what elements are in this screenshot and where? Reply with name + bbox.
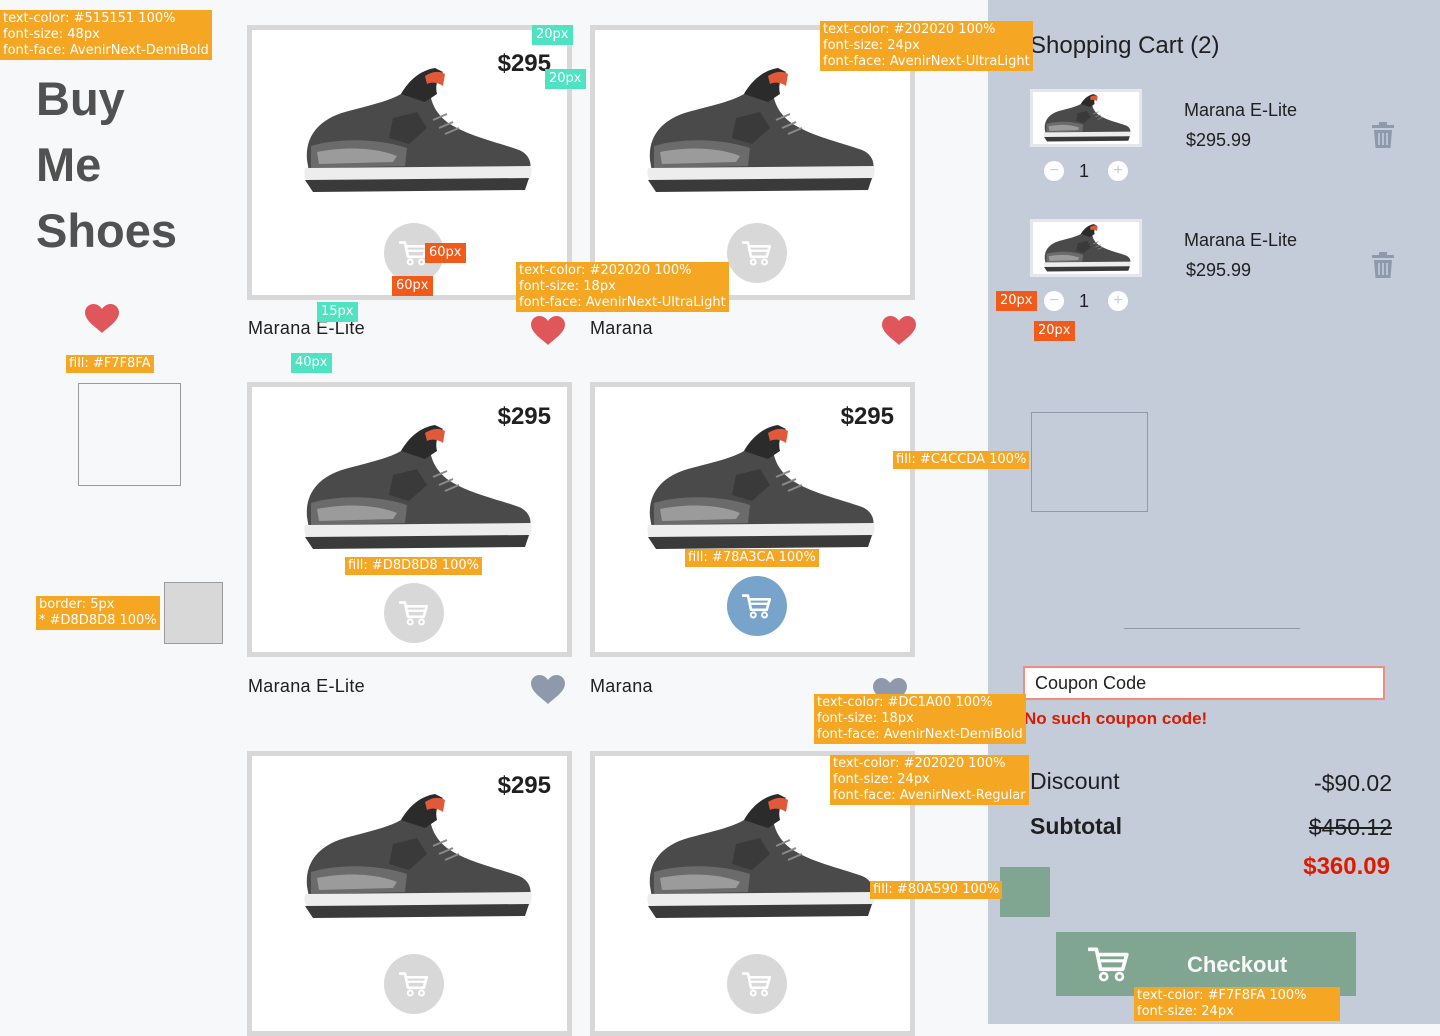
cart-item-name: Marana E-Lite: [1184, 230, 1298, 250]
shopping-cart-icon: [742, 240, 772, 266]
shopping-cart-icon: [742, 593, 772, 619]
shoe-image: [640, 68, 875, 193]
annotation-fill-cart-button: fill: #D8D8D8 100%: [345, 557, 482, 575]
product-card[interactable]: $295: [590, 382, 915, 657]
shopping-cart-icon: [399, 971, 429, 997]
fill-swatch-checkout: [1000, 867, 1050, 917]
plus-icon[interactable]: +: [1108, 291, 1128, 311]
plus-icon[interactable]: +: [1108, 161, 1128, 181]
heart-icon[interactable]: [531, 675, 565, 705]
product-card[interactable]: $295: [247, 25, 572, 300]
product-card[interactable]: $295: [247, 751, 572, 1036]
favorite-heart-icon[interactable]: [85, 304, 119, 334]
cart-item-thumbnail: [1030, 219, 1142, 277]
add-to-cart-button-active[interactable]: [727, 576, 787, 636]
brand-title-line-2: Me: [36, 138, 102, 191]
shopping-cart-icon: [1088, 942, 1130, 986]
annotation-spacing: 15px: [317, 302, 358, 322]
trash-icon[interactable]: [1372, 252, 1394, 278]
shoe-image: [640, 794, 875, 919]
annotation-border-spec: border: 5px * #D8D8D8 100%: [36, 596, 160, 630]
annotation-fill-page: fill: #F7F8FA: [66, 355, 154, 373]
add-to-cart-button[interactable]: [384, 954, 444, 1014]
add-to-cart-button[interactable]: [727, 223, 787, 283]
shoe-image: [297, 425, 532, 550]
annotation-fill-cart-active: fill: #78A3CA 100%: [685, 549, 819, 567]
annotation-spacing: 20px: [545, 69, 586, 89]
product-name[interactable]: Marana: [590, 318, 653, 339]
brand-title-line-1: Buy: [36, 72, 125, 125]
annotation-summary-spec: text-color: #202020 100% font-size: 24px…: [830, 755, 1029, 805]
discount-label: Discount: [1030, 768, 1120, 794]
annotation-spacing: 20px: [532, 25, 573, 45]
minus-icon[interactable]: −: [1044, 161, 1064, 181]
shopping-cart-icon: [742, 971, 772, 997]
shoe-image: [640, 425, 875, 550]
annotation-checkout-text-spec: text-color: #F7F8FA 100% font-size: 24px: [1134, 987, 1340, 1021]
cart-item-name: Marana E-Lite: [1184, 100, 1298, 120]
coupon-code-input[interactable]: [1023, 666, 1385, 700]
annotation-fill-checkout: fill: #80A590 100%: [870, 881, 1003, 899]
heart-icon[interactable]: [882, 316, 916, 346]
subtotal-label: Subtotal: [1030, 813, 1122, 839]
annotation-spacing: 60px: [425, 243, 466, 263]
shoe-image: [297, 68, 532, 193]
total-value: $360.09: [1303, 853, 1390, 880]
border-swatch: [164, 582, 223, 644]
cart-item-price: $295.99: [1186, 130, 1252, 150]
brand-title-line-3: Shoes: [36, 204, 178, 257]
shopping-cart-icon: [399, 600, 429, 626]
trash-icon[interactable]: [1372, 122, 1394, 148]
cart-item-quantity: 1: [1079, 161, 1090, 181]
product-card[interactable]: $295: [247, 382, 572, 657]
cart-title: Shopping Cart (2): [1030, 32, 1220, 59]
fill-swatch-page: [78, 383, 181, 486]
annotation-spacing: 20px: [1034, 321, 1075, 341]
annotation-spacing: 40px: [291, 353, 332, 373]
add-to-cart-button[interactable]: [384, 583, 444, 643]
add-to-cart-button[interactable]: [727, 954, 787, 1014]
coupon-error-message: No such coupon code!: [1024, 709, 1208, 728]
cart-item-price: $295.99: [1186, 260, 1252, 280]
checkout-label: Checkout: [1187, 952, 1288, 977]
shoe-image: [297, 794, 532, 919]
shoe-image: [1041, 94, 1131, 142]
product-name[interactable]: Marana E-Lite: [248, 676, 365, 697]
heart-icon[interactable]: [531, 316, 565, 346]
annotation-cart-title-spec: text-color: #202020 100% font-size: 24px…: [820, 21, 1033, 71]
minus-icon[interactable]: −: [1044, 291, 1064, 311]
annotation-name-spec: text-color: #202020 100% font-size: 18px…: [516, 262, 729, 312]
cart-item-quantity: 1: [1079, 291, 1090, 311]
annotation-spacing: 20px: [996, 291, 1037, 311]
annotation-title-spec: text-color: #515151 100% font-size: 48px…: [0, 10, 212, 60]
divider: [1124, 628, 1300, 629]
annotation-error-spec: text-color: #DC1A00 100% font-size: 18px…: [814, 694, 1026, 744]
annotation-spacing: 60px: [392, 276, 433, 296]
shoe-image: [1041, 224, 1131, 272]
cart-item-thumbnail: [1030, 89, 1142, 147]
subtotal-value: $450.12: [1308, 814, 1392, 840]
product-name[interactable]: Marana: [590, 676, 653, 697]
discount-value: -$90.02: [1313, 770, 1392, 796]
fill-swatch-panel: [1031, 412, 1148, 512]
annotation-fill-panel: fill: #C4CCDA 100%: [893, 451, 1030, 469]
